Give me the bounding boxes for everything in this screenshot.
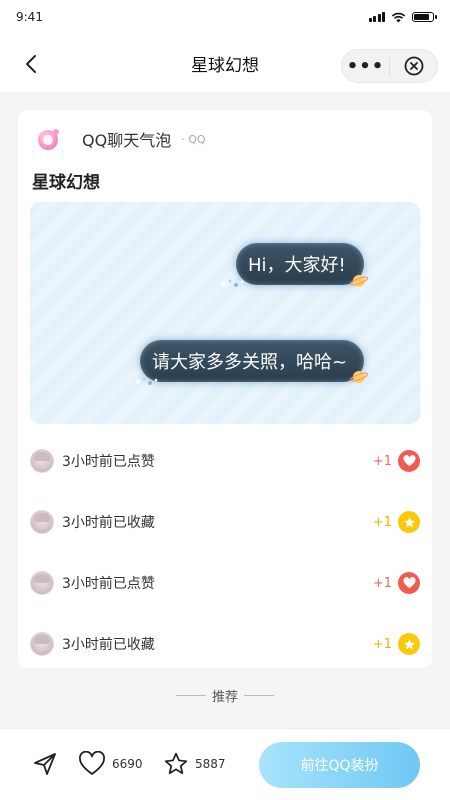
bottom-action-bar: 6690 5887 前往QQ装扮 [0, 728, 450, 800]
mini-program-capsule: ••• [341, 49, 438, 83]
share-button[interactable] [32, 751, 58, 777]
wifi-icon [391, 12, 406, 22]
bubble-preview: Hi，大家好! 请大家多多关照，哈哈~ [30, 202, 420, 424]
more-button[interactable]: ••• [342, 50, 389, 82]
activity-plus: +1 [372, 636, 392, 652]
activity-plus: +1 [372, 575, 392, 591]
close-icon [404, 56, 423, 76]
avatar [30, 510, 54, 534]
activity-text: 3小时前已点赞 [62, 576, 155, 592]
sparkle-decoration [136, 377, 158, 385]
star-icon [398, 511, 420, 533]
status-icons [368, 12, 437, 23]
activity-plus: +1 [372, 514, 392, 530]
close-button[interactable] [390, 50, 437, 82]
app-name: QQ聊天气泡 [82, 131, 172, 150]
heart-icon [398, 572, 420, 594]
activity-text: 3小时前已收藏 [62, 637, 155, 653]
sparkle-decoration [222, 279, 244, 287]
battery-icon [412, 12, 437, 22]
activity-text: 3小时前已点赞 [62, 454, 155, 470]
chat-bubble: Hi，大家好! [236, 243, 364, 285]
activity-row: 3小时前已收藏 +1 [30, 507, 420, 537]
planet-icon [350, 275, 368, 287]
card-header: QQ聊天气泡 · QQ [36, 126, 206, 152]
page-title: 星球幻想 [191, 55, 259, 76]
bubble-text: 请大家多多关照，哈哈~ [152, 352, 348, 373]
app-tag: · QQ [181, 132, 206, 146]
star-icon [164, 752, 188, 775]
avatar [30, 632, 54, 656]
like-button[interactable]: 6690 [78, 751, 143, 777]
avatar [30, 571, 54, 595]
activity-row: 3小时前已收藏 +1 [30, 629, 420, 659]
go-to-qq-dressup-button[interactable]: 前往QQ装扮 [259, 742, 420, 788]
chat-bubble: 请大家多多关照，哈哈~ [140, 340, 364, 382]
star-icon [398, 633, 420, 655]
favorite-button[interactable]: 5887 [163, 751, 226, 777]
qq-bubble-app-logo [38, 129, 59, 150]
nav-bar: 星球幻想 ••• [0, 34, 450, 92]
bubble-text: Hi，大家好! [248, 255, 346, 276]
recommend-label: 推荐 [211, 690, 238, 705]
like-count: 6690 [112, 757, 143, 771]
planet-icon [350, 371, 368, 383]
favorite-count: 5887 [195, 757, 226, 771]
status-bar: 9:41 [0, 0, 450, 34]
heart-icon [398, 450, 420, 472]
activity-text: 3小时前已收藏 [62, 515, 155, 531]
activity-row: 3小时前已点赞 +1 [30, 568, 420, 598]
send-icon [34, 753, 56, 775]
activity-plus: +1 [372, 453, 392, 469]
signal-icon [368, 12, 385, 22]
avatar [30, 449, 54, 473]
item-title: 星球幻想 [32, 173, 100, 193]
back-button[interactable] [20, 52, 44, 76]
chevron-left-icon [26, 55, 36, 73]
heart-icon [79, 751, 105, 775]
recommend-divider: 推荐 [0, 686, 450, 705]
item-card: QQ聊天气泡 · QQ 星球幻想 Hi，大家好! 请大家多多关照，哈哈~ 3小时… [18, 110, 432, 668]
status-time: 9:41 [16, 10, 43, 24]
activity-row: 3小时前已点赞 +1 [30, 446, 420, 476]
